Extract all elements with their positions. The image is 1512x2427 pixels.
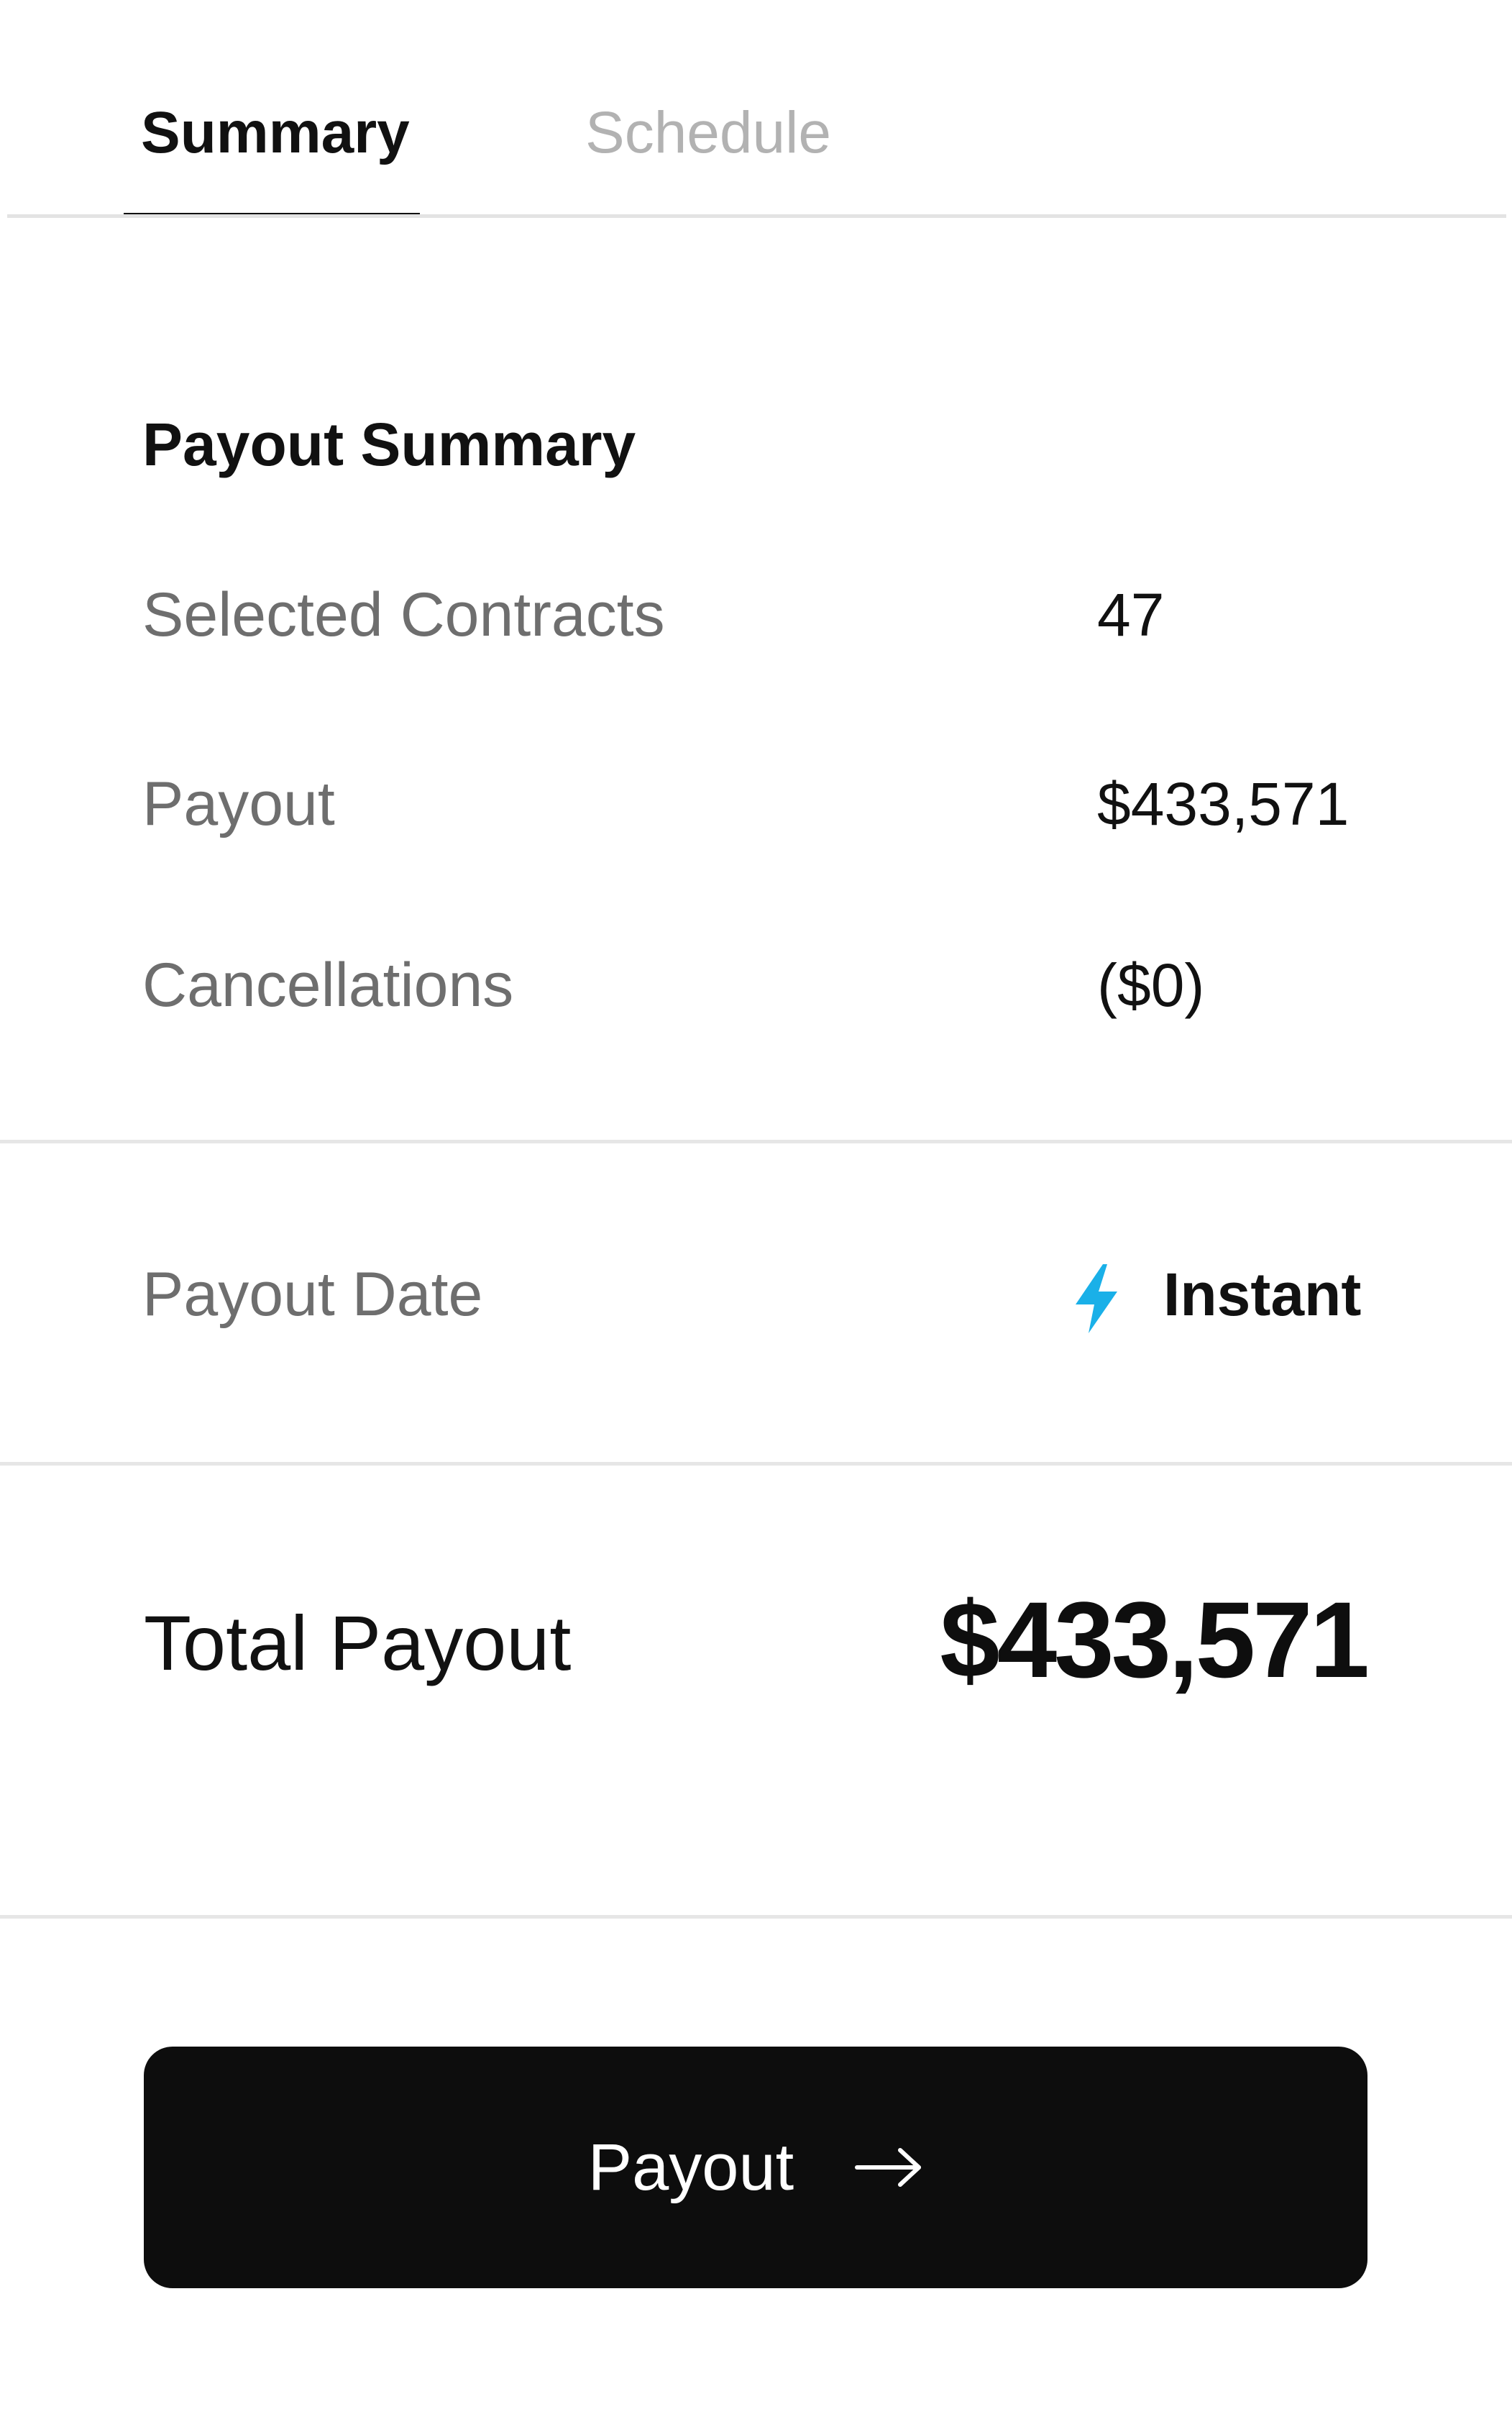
payout-value: $433,571 xyxy=(1097,770,1350,838)
total-payout-value: $433,571 xyxy=(940,1579,1370,1700)
divider xyxy=(0,1462,1512,1466)
payout-date-label: Payout Date xyxy=(142,1260,483,1329)
payout-button[interactable]: Payout xyxy=(144,2047,1367,2288)
tab-summary[interactable]: Summary xyxy=(141,97,410,169)
arrow-right-icon xyxy=(855,2148,922,2187)
payout-button-label: Payout xyxy=(587,2131,794,2204)
tabs-divider xyxy=(7,214,1506,218)
total-payout-label: Total Payout xyxy=(144,1599,572,1686)
payout-date-value: Instant xyxy=(1163,1261,1362,1328)
payout-label: Payout xyxy=(142,769,335,838)
divider xyxy=(0,1915,1512,1919)
section-title: Payout Summary xyxy=(142,411,636,478)
lightning-bolt-icon xyxy=(1076,1264,1117,1333)
selected-contracts-value: 47 xyxy=(1097,581,1165,649)
tab-schedule[interactable]: Schedule xyxy=(585,97,831,169)
cancellations-label: Cancellations xyxy=(142,951,514,1020)
cancellations-value: ($0) xyxy=(1097,951,1205,1019)
divider xyxy=(0,1140,1512,1143)
selected-contracts-label: Selected Contracts xyxy=(142,580,665,649)
